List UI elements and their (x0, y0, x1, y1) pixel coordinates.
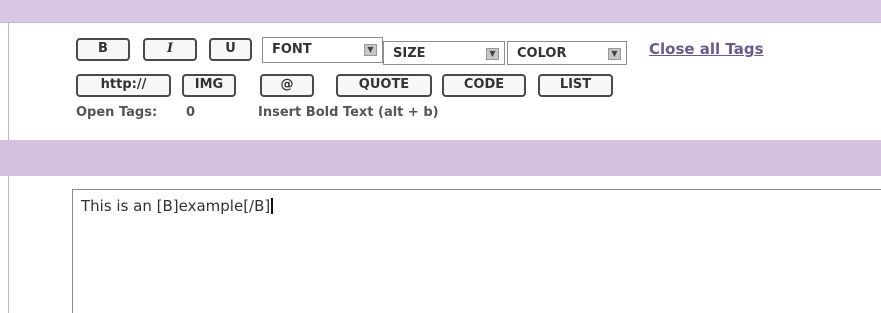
color-select[interactable]: COLOR ▼ (507, 41, 627, 65)
status-line: Open Tags: 0 Insert Bold Text (alt + b) (76, 105, 836, 123)
toolbar-row-2: http:// IMG @ QUOTE CODE LIST (76, 74, 836, 100)
tag-hint-text: Insert Bold Text (alt + b) (258, 105, 439, 120)
separator-band (0, 140, 881, 176)
message-textarea[interactable]: This is an [B]example[/B] (72, 189, 881, 313)
url-button[interactable]: http:// (76, 74, 171, 97)
chevron-down-icon: ▼ (364, 44, 377, 56)
quote-button[interactable]: QUOTE (336, 74, 432, 97)
color-select-value: COLOR (517, 46, 567, 61)
top-header-band (0, 0, 881, 23)
font-select-value: FONT (272, 42, 312, 57)
bold-button[interactable]: B (76, 38, 130, 61)
size-select[interactable]: SIZE ▼ (383, 41, 505, 65)
text-caret (271, 198, 274, 214)
toolbar-row-1: B I U FONT ▼ SIZE ▼ COLOR ▼ Close all Ta… (76, 37, 836, 66)
list-button[interactable]: LIST (538, 74, 613, 97)
italic-button[interactable]: I (143, 38, 197, 61)
open-tags-count: 0 (186, 105, 196, 120)
chevron-down-icon: ▼ (608, 48, 621, 60)
open-tags-label: Open Tags: (76, 105, 158, 120)
message-text: This is an [B]example[/B] (81, 197, 271, 215)
code-button[interactable]: CODE (442, 74, 526, 97)
bbcode-toolbar: B I U FONT ▼ SIZE ▼ COLOR ▼ Close all Ta… (76, 37, 836, 134)
close-all-tags-link[interactable]: Close all Tags (649, 40, 764, 58)
chevron-down-icon: ▼ (486, 48, 499, 60)
email-button[interactable]: @ (260, 74, 314, 97)
font-select[interactable]: FONT ▼ (262, 37, 383, 63)
size-select-value: SIZE (393, 46, 426, 61)
underline-button[interactable]: U (209, 38, 252, 61)
bbcode-editor-page: B I U FONT ▼ SIZE ▼ COLOR ▼ Close all Ta… (0, 0, 881, 313)
image-button[interactable]: IMG (182, 74, 236, 97)
